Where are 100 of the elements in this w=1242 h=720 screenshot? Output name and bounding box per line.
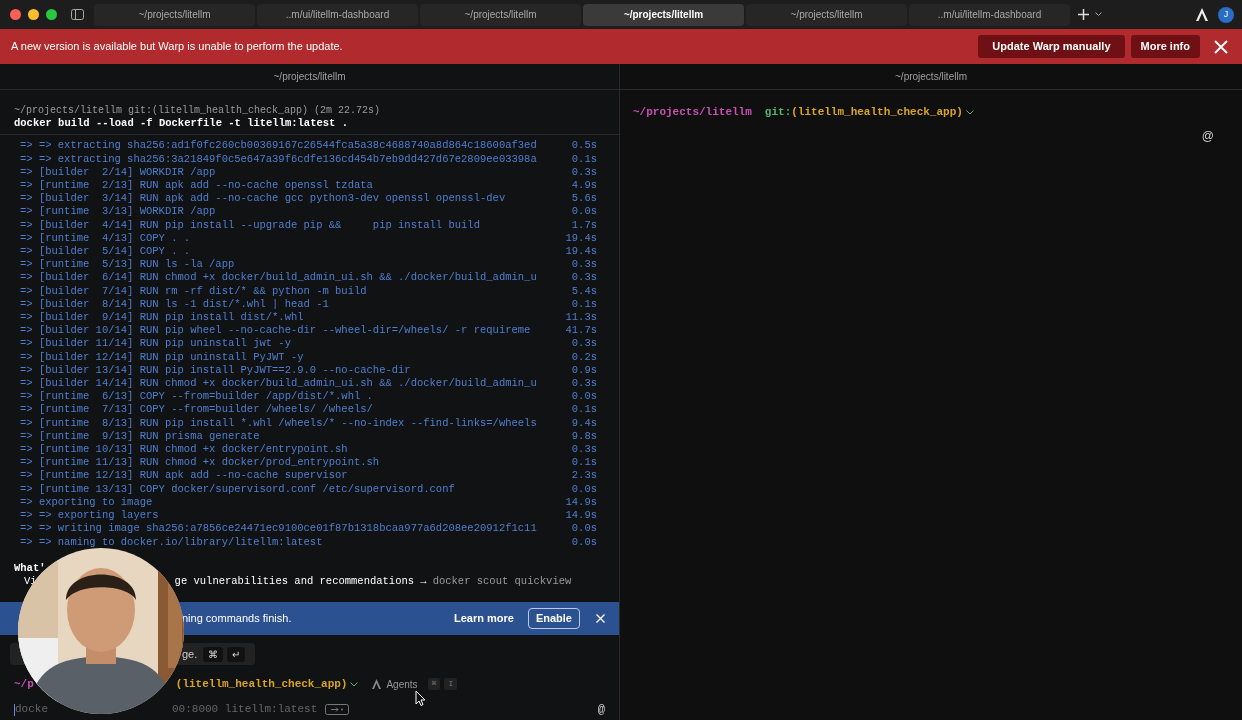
duration-text: 1.7s bbox=[571, 218, 597, 232]
chevron-down-icon[interactable] bbox=[350, 681, 359, 687]
duration-text: 4.9s bbox=[571, 179, 597, 193]
duration-text: 0.1s bbox=[571, 456, 597, 470]
output-text: ge vulnerabilities and recommendations → bbox=[174, 574, 427, 589]
tab[interactable]: ..m/ui/litellm-dashboard bbox=[257, 3, 418, 26]
at-sign-icon[interactable]: @ bbox=[597, 700, 605, 719]
output-line: => [builder 3/14] RUN apk add --no-cache gcc python3-dev openssl openssl-dev bbox=[20, 192, 506, 206]
duration-text: 0.1s bbox=[571, 403, 597, 417]
output-line: => [builder 10/14] RUN pip wheel --no-cache-dir --wheel-dir=/wheels/ -r requireme bbox=[20, 324, 531, 338]
duration-text: 19.4s bbox=[565, 245, 597, 259]
hint-text: ge. bbox=[182, 646, 198, 662]
more-info-button[interactable]: More info bbox=[1130, 35, 1200, 58]
pane-title: ~/projects/litellm bbox=[0, 64, 619, 90]
duration-text: 0.3s bbox=[571, 165, 597, 179]
tab[interactable]: ~/projects/litellm bbox=[94, 3, 255, 26]
output-line: => [runtime 3/13] WORKDIR /app bbox=[20, 205, 216, 219]
duration-text: 0.9s bbox=[571, 363, 597, 378]
tab[interactable]: ~/projects/litellm bbox=[420, 3, 581, 26]
output-line: => [runtime 4/13] COPY . . bbox=[20, 231, 191, 246]
output-line: => => extracting sha256:3a21849f0c5e647a39f6cdfe136cd454b7eb9dd427d67e2809ee03398a bbox=[20, 152, 537, 166]
enable-button[interactable]: Enable bbox=[527, 608, 580, 629]
learn-more-link[interactable]: Learn more bbox=[454, 610, 514, 627]
hint-command: docker scout quickview bbox=[432, 574, 572, 589]
close-window-button[interactable] bbox=[10, 9, 21, 20]
duration-text: 0.3s bbox=[571, 377, 597, 391]
git-branch: (litellm_health_check_app) bbox=[791, 105, 963, 120]
tab[interactable]: ~/projects/litellm bbox=[583, 3, 744, 26]
arrow-key-icon bbox=[325, 704, 350, 716]
duration-text: 0.3s bbox=[571, 337, 597, 351]
duration-text: 0.1s bbox=[571, 152, 597, 166]
git-label: git: bbox=[764, 105, 792, 120]
prompt-directory: ~/p bbox=[14, 677, 34, 693]
key-badge: ⌘ bbox=[203, 646, 224, 662]
duration-text: 0.1s bbox=[571, 297, 597, 312]
chevron-down-icon[interactable] bbox=[965, 109, 974, 115]
duration-text: 0.3s bbox=[571, 258, 597, 272]
output-line: => => extracting sha256:ad1f0fc260cb00369167c26544fca5a38c4688740a8d864c18600af3ed bbox=[20, 139, 537, 153]
agents-label[interactable]: Agents bbox=[386, 676, 418, 692]
mouse-cursor-icon bbox=[415, 690, 426, 706]
agents-icon[interactable] bbox=[372, 679, 382, 690]
tab[interactable]: ~/projects/litellm bbox=[746, 3, 907, 26]
zoom-window-button[interactable] bbox=[46, 9, 57, 20]
pane-title: ~/projects/litellm bbox=[620, 64, 1242, 90]
duration-text: 0.5s bbox=[571, 139, 597, 153]
duration-text: 2.3s bbox=[571, 469, 597, 483]
duration-text: 9.4s bbox=[571, 416, 597, 430]
output-line: => [runtime 8/13] RUN pip install *.whl /wheels/* --no-index --find-links=/wheels bbox=[20, 416, 537, 430]
duration-text: 0.0s bbox=[571, 535, 597, 549]
command-text: docker build --load -f Dockerfile -t litellm:latest . bbox=[14, 117, 349, 131]
output-line: => [builder 7/14] RUN rm -rf dist/* && python -m build bbox=[20, 284, 367, 298]
output-line: => [builder 6/14] RUN chmod +x docker/build_admin_ui.sh && ./docker/build_admin_u bbox=[20, 271, 537, 285]
output-line: => [runtime 12/13] RUN apk add --no-cache supervisor bbox=[20, 469, 348, 483]
key-badge: ⌘ bbox=[427, 678, 441, 691]
at-sign-icon[interactable]: @ bbox=[1201, 126, 1214, 145]
duration-text: 0.0s bbox=[571, 482, 597, 496]
duration-text: 0.0s bbox=[571, 205, 597, 219]
output-line: => [runtime 10/13] RUN chmod +x docker/entrypoint.sh bbox=[20, 443, 348, 457]
new-tab-icon[interactable] bbox=[1078, 9, 1089, 20]
output-line: => => naming to docker.io/library/litellm:latest bbox=[20, 535, 323, 549]
user-avatar[interactable]: J bbox=[1218, 6, 1234, 23]
sidebar-icon[interactable] bbox=[71, 9, 84, 20]
output-line: => [builder 4/14] RUN pip install --upgrade pip && pip install build bbox=[20, 218, 480, 232]
warp-logo-icon[interactable] bbox=[1196, 8, 1208, 21]
block-context: ~/projects/litellm git:(litellm_health_check_app) (2m 22.72s) bbox=[14, 104, 382, 118]
update-button[interactable]: Update Warp manually bbox=[978, 35, 1125, 58]
key-badge: I bbox=[444, 678, 458, 691]
duration-text: 19.4s bbox=[565, 231, 597, 246]
output-line: => [runtime 11/13] RUN chmod +x docker/prod_entrypoint.sh bbox=[20, 456, 380, 470]
duration-text: 0.0s bbox=[571, 522, 597, 536]
output-line: => [builder 2/14] WORKDIR /app bbox=[20, 165, 216, 179]
output-line: => => writing image sha256:a7856ce24471ec9100ce01f87b1318bcaa977a6d208ee20912f1c11 bbox=[20, 522, 537, 536]
output-line: => [runtime 2/13] RUN apk add --no-cache openssl tzdata bbox=[20, 179, 373, 193]
close-icon[interactable] bbox=[1214, 39, 1228, 54]
output-line: => [builder 12/14] RUN pip uninstall PyJWT -y bbox=[20, 350, 304, 364]
key-badge: ↵ bbox=[227, 646, 246, 662]
minimize-window-button[interactable] bbox=[28, 9, 39, 20]
duration-text: 11.3s bbox=[565, 311, 597, 325]
duration-text: 14.9s bbox=[565, 509, 597, 523]
output-line: => [runtime 6/13] COPY --from=builder /app/dist/*.whl . bbox=[20, 390, 373, 404]
chevron-down-icon[interactable] bbox=[1095, 12, 1102, 17]
output-line: => [builder 13/14] RUN pip install PyJWT==2.9.0 --no-cache-dir bbox=[20, 363, 411, 378]
output-line: => [builder 8/14] RUN ls -1 dist/*.whl | head -1 bbox=[20, 297, 329, 312]
text-cursor bbox=[14, 703, 15, 716]
output-line: => [runtime 13/13] COPY docker/supervisord.conf /etc/supervisord.conf bbox=[20, 482, 455, 496]
output-line: => [builder 5/14] COPY . . bbox=[20, 245, 191, 259]
output-line: => [runtime 5/13] RUN ls -la /app bbox=[20, 258, 235, 272]
output-line: => [runtime 9/13] RUN prisma generate bbox=[20, 429, 260, 444]
duration-text: 14.9s bbox=[565, 495, 597, 510]
git-branch: (litellm_health_check_app) bbox=[175, 677, 348, 693]
duration-text: 41.7s bbox=[565, 324, 597, 338]
duration-text: 5.4s bbox=[571, 284, 597, 298]
output-heading: What' bbox=[14, 561, 46, 575]
duration-text: 0.2s bbox=[571, 350, 597, 364]
output-line: => => exporting layers bbox=[20, 509, 159, 523]
duration-text: 0.3s bbox=[571, 271, 597, 285]
output-line: => [builder 11/14] RUN pip uninstall jwt -y bbox=[20, 337, 291, 351]
output-line: => exporting to image bbox=[20, 495, 153, 510]
close-icon[interactable] bbox=[596, 614, 605, 624]
tab[interactable]: ..m/ui/litellm-dashboard bbox=[909, 3, 1070, 26]
